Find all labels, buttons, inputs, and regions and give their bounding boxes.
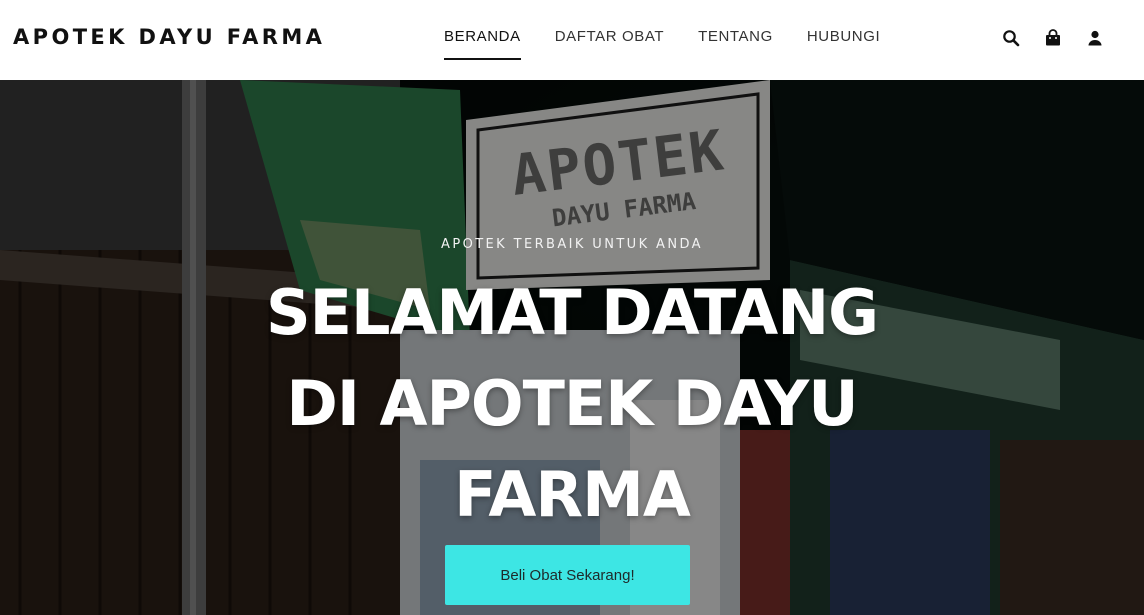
hero-content: APOTEK TERBAIK UNTUK ANDA SELAMAT DATANG… <box>0 80 1144 615</box>
nav-item-beranda[interactable]: BERANDA <box>444 28 521 60</box>
nav-icons <box>1002 29 1104 47</box>
user-icon[interactable] <box>1086 29 1104 47</box>
top-navbar: APOTEK DAYU FARMA BERANDA DAFTAR OBAT TE… <box>0 0 1144 80</box>
nav-item-daftar-obat[interactable]: DAFTAR OBAT <box>555 28 664 60</box>
hero-headline: SELAMAT DATANG DI APOTEK DAYU FARMA <box>265 276 879 531</box>
main-nav: BERANDA DAFTAR OBAT TENTANG HUBUNGI <box>444 28 880 60</box>
search-icon[interactable] <box>1002 29 1020 47</box>
hero-subtitle: APOTEK TERBAIK UNTUK ANDA <box>441 237 703 252</box>
shopping-bag-icon[interactable] <box>1044 29 1062 47</box>
nav-item-hubungi[interactable]: HUBUNGI <box>807 28 880 60</box>
buy-medicine-button[interactable]: Beli Obat Sekarang! <box>445 545 690 605</box>
nav-item-tentang[interactable]: TENTANG <box>698 28 773 60</box>
brand-logo[interactable]: APOTEK DAYU FARMA <box>13 25 325 49</box>
hero-banner: APOTEK DAYU FARMA APOTEK TERBAIK UNTUK A… <box>0 80 1144 615</box>
